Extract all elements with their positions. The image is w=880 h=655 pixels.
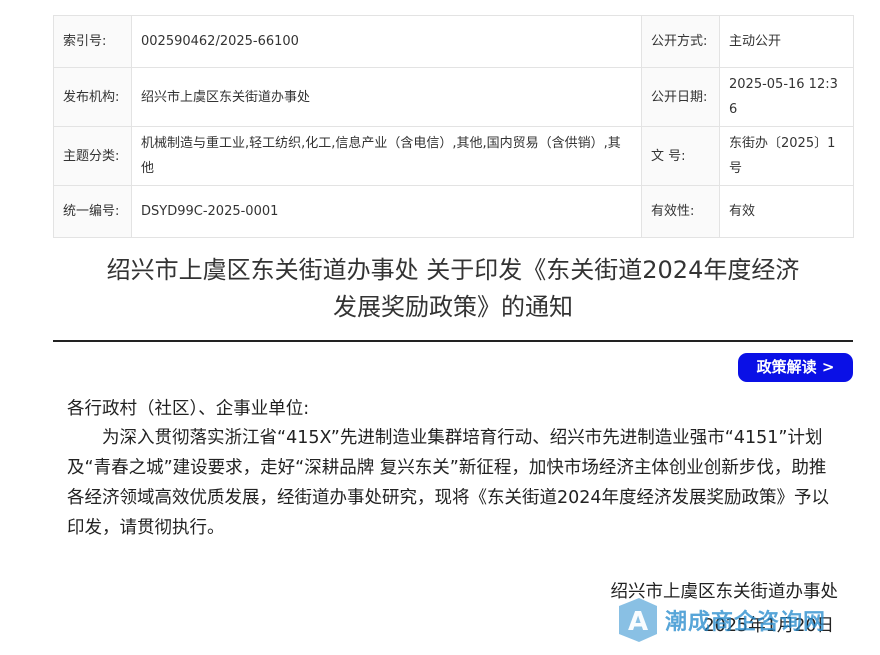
date-label: 公开日期: bbox=[641, 67, 720, 127]
disclosure-label: 公开方式: bbox=[641, 15, 720, 68]
topic-value: 机械制造与重工业,轻工纺织,化工,信息产业（含电信）,其他,国内贸易（含供销）,… bbox=[131, 126, 642, 186]
letter-a-logo-icon: A bbox=[619, 598, 657, 642]
publisher-value: 绍兴市上虞区东关街道办事处 bbox=[131, 67, 642, 127]
policy-interpretation-button[interactable]: 政策解读 > bbox=[738, 353, 853, 382]
index-value: 002590462/2025-66100 bbox=[131, 15, 642, 68]
title-line-1: 绍兴市上虞区东关街道办事处 关于印发《东关街道2024年度经济 bbox=[106, 256, 800, 284]
code-label: 统一编号: bbox=[53, 185, 132, 238]
title-line-2: 发展奖励政策》的通知 bbox=[333, 293, 573, 321]
document-info-table: 索引号: 002590462/2025-66100 公开方式: 主动公开 发布机… bbox=[53, 15, 854, 238]
docno-value: 东街办〔2025〕1号 bbox=[719, 126, 854, 186]
watermark-text: 潮成商企咨询网 bbox=[665, 610, 827, 635]
validity-label: 有效性: bbox=[641, 185, 720, 238]
validity-value: 有效 bbox=[719, 185, 854, 238]
info-row-code: 统一编号: DSYD99C-2025-0001 有效性: 有效 bbox=[53, 185, 854, 238]
docno-label: 文 号: bbox=[641, 126, 720, 186]
salutation: 各行政村（社区）、企事业单位: bbox=[67, 399, 310, 419]
info-row-publisher: 发布机构: 绍兴市上虞区东关街道办事处 公开日期: 2025-05-16 12:… bbox=[53, 67, 854, 127]
info-row-topic: 主题分类: 机械制造与重工业,轻工纺织,化工,信息产业（含电信）,其他,国内贸易… bbox=[53, 126, 854, 186]
disclosure-value: 主动公开 bbox=[719, 15, 854, 68]
title-divider bbox=[53, 340, 853, 342]
topic-label: 主题分类: bbox=[53, 126, 132, 186]
publisher-label: 发布机构: bbox=[53, 67, 132, 127]
watermark: A 潮成商企咨询网 bbox=[615, 596, 850, 644]
info-row-index: 索引号: 002590462/2025-66100 公开方式: 主动公开 bbox=[53, 15, 854, 68]
index-label: 索引号: bbox=[53, 15, 132, 68]
date-value: 2025-05-16 12:36 bbox=[719, 67, 854, 127]
code-value: DSYD99C-2025-0001 bbox=[131, 185, 642, 238]
svg-text:A: A bbox=[628, 607, 648, 637]
document-title: 绍兴市上虞区东关街道办事处 关于印发《东关街道2024年度经济 发展奖励政策》的… bbox=[53, 252, 853, 326]
body-paragraph: 为深入贯彻落实浙江省“415X”先进制造业集群培育行动、绍兴市先进制造业强市“4… bbox=[67, 428, 830, 538]
